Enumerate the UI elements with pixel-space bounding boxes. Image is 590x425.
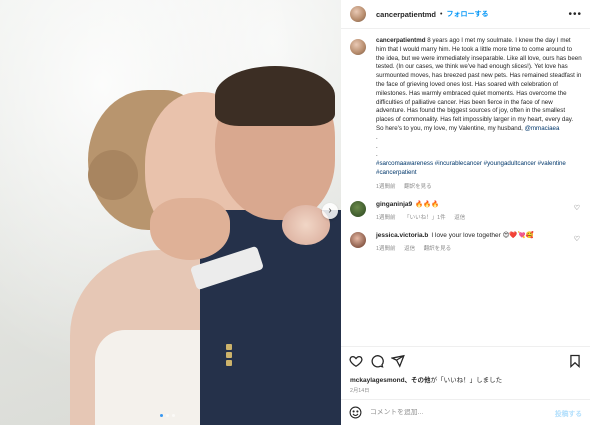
caption-meta: 1週間前 翻訳を見る bbox=[376, 182, 582, 190]
comment-reply-link[interactable]: 返信 bbox=[404, 246, 415, 252]
likes-suffix: が「いいね！」しました bbox=[430, 377, 503, 384]
suit-buttons bbox=[226, 342, 250, 372]
commenter-avatar[interactable] bbox=[350, 200, 366, 217]
comment-reply-link[interactable]: 返信 bbox=[454, 215, 465, 221]
emoji-icon[interactable] bbox=[349, 406, 362, 419]
comment-time: 1週間前 bbox=[376, 245, 396, 252]
caption-dots: . . . bbox=[376, 133, 378, 159]
caption-mention[interactable]: @mmaciaea bbox=[525, 125, 560, 132]
post-actions-bar bbox=[341, 346, 590, 374]
heart-icon[interactable] bbox=[349, 354, 363, 368]
caption-translate-link[interactable]: 翻訳を見る bbox=[404, 184, 432, 190]
share-icon[interactable] bbox=[391, 354, 405, 368]
comment-icon[interactable] bbox=[370, 354, 384, 368]
likes-user-link[interactable]: mckaylagesmond、その他 bbox=[350, 377, 431, 384]
author-avatar[interactable] bbox=[350, 6, 366, 22]
comment-translate-link[interactable]: 翻訳を見る bbox=[424, 246, 452, 252]
comment-text: I love your love together 😍❤️💘🥰 bbox=[431, 231, 534, 239]
carousel-dot bbox=[166, 414, 169, 417]
bookmark-icon[interactable] bbox=[568, 354, 582, 368]
comment-like-heart-icon[interactable]: ♡ bbox=[574, 235, 580, 243]
carousel-dot bbox=[172, 414, 175, 417]
post-photo[interactable]: › bbox=[0, 0, 341, 425]
caption-hashtags[interactable]: #sarcomaawareness #incurablecancer #youn… bbox=[376, 160, 582, 178]
post-comment-button[interactable]: 投稿する bbox=[555, 408, 582, 418]
bride-hair-bun bbox=[88, 150, 138, 200]
groom-hair bbox=[215, 66, 335, 126]
caption: cancerpatientmd 8 years ago I met my sou… bbox=[349, 37, 582, 190]
more-options-icon[interactable]: ••• bbox=[568, 9, 582, 20]
caption-time: 1週間前 bbox=[376, 183, 396, 190]
comment-text-line: ginganinja9 🔥🔥🔥 bbox=[376, 200, 576, 209]
comment-meta: 1週間前 「いいね！」1件 返信 bbox=[376, 213, 576, 221]
post-date: 2月14日 bbox=[350, 388, 370, 394]
caption-username[interactable]: cancerpatientmd bbox=[376, 37, 426, 44]
comment-likes[interactable]: 「いいね！」1件 bbox=[404, 215, 446, 221]
comment-like-heart-icon[interactable]: ♡ bbox=[574, 204, 580, 212]
add-comment-bar: 投稿する bbox=[341, 399, 590, 425]
commenter-username[interactable]: jessica.victoria.b bbox=[376, 232, 428, 239]
follow-button[interactable]: フォローする bbox=[446, 9, 488, 19]
carousel-dot bbox=[160, 414, 163, 417]
commenter-avatar[interactable] bbox=[350, 231, 366, 248]
header-separator: • bbox=[440, 10, 443, 18]
caption-body-text: 8 years ago I met my soulmate. I knew th… bbox=[376, 37, 582, 132]
comment-meta: 1週間前 返信 翻訳を見る bbox=[376, 244, 576, 252]
carousel-next-button[interactable]: › bbox=[322, 203, 338, 219]
post-detail-panel: cancerpatientmd • フォローする ••• cancerpatie… bbox=[341, 0, 590, 425]
comment-input[interactable] bbox=[370, 409, 555, 416]
comment-text-line: jessica.victoria.b I love your love toget… bbox=[376, 231, 576, 240]
carousel-indicator bbox=[160, 414, 175, 417]
post-header: cancerpatientmd • フォローする ••• bbox=[341, 0, 590, 29]
caption-author-avatar[interactable] bbox=[350, 39, 366, 55]
likes-summary: mckaylagesmond、その他が「いいね！」しました bbox=[350, 374, 502, 384]
comment-item: ginganinja9 🔥🔥🔥 1週間前 「いいね！」1件 返信 ♡ bbox=[349, 200, 582, 221]
author-username[interactable]: cancerpatientmd bbox=[376, 10, 436, 19]
groom-hand bbox=[150, 198, 230, 260]
caption-text: cancerpatientmd 8 years ago I met my sou… bbox=[376, 37, 582, 134]
comment-item: jessica.victoria.b I love your love toget… bbox=[349, 231, 582, 252]
comment-text: 🔥🔥🔥 bbox=[415, 200, 440, 208]
comment-time: 1週間前 bbox=[376, 214, 396, 221]
commenter-username[interactable]: ginganinja9 bbox=[376, 201, 412, 208]
comments-section[interactable]: cancerpatientmd 8 years ago I met my sou… bbox=[341, 29, 590, 346]
